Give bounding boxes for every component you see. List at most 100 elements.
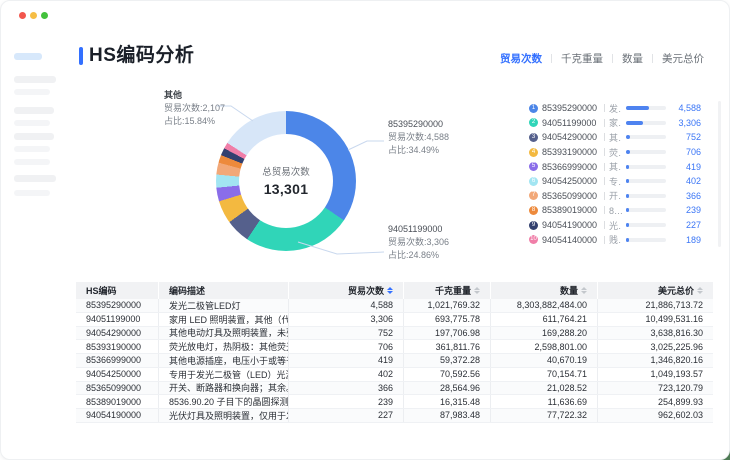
- callout-name: 其他: [164, 90, 183, 100]
- cell-hs-code: 94054250000: [76, 367, 159, 381]
- tab-美元总价[interactable]: 美元总价: [662, 51, 704, 66]
- column-header-label: 千克重量: [434, 286, 471, 296]
- tab-divider: [612, 54, 613, 63]
- ranking-scrollbar[interactable]: [718, 101, 721, 247]
- window-minimize-button[interactable]: [30, 12, 37, 19]
- table-row[interactable]: 94054250000专用于发光二极管（LED）光源的灯具及...40270,5…: [76, 367, 713, 382]
- table-header-row: HS编码 编码描述 贸易次数 千克重量 数量 美元总价: [76, 282, 713, 299]
- table-row[interactable]: 85366999000其他电源插座，电压小于或等于 1000 伏：...4195…: [76, 354, 713, 368]
- column-header-label: 美元总价: [657, 286, 694, 296]
- cell-trade-count: 419: [289, 354, 404, 367]
- sidebar-active-item-placeholder[interactable]: [14, 53, 42, 60]
- cell-kg-weight: 361,811.76: [404, 340, 491, 353]
- value-bar-track: [626, 237, 666, 242]
- value-bar-fill: [626, 150, 630, 155]
- list-item[interactable]: 1 85395290000 发光二极管LED灯 4,588: [529, 101, 701, 116]
- trade-count-value: 706: [685, 147, 701, 158]
- value-bar-fill: [626, 164, 629, 169]
- table-row[interactable]: 85395290000 发光二极管LED灯 4,588 1,021,769.32 8,3…: [76, 299, 713, 313]
- value-bar-track: [626, 106, 666, 111]
- table-row[interactable]: 94054190000光伏灯具及照明装置，仅用于发光二极管...22787,98…: [76, 409, 713, 423]
- list-item[interactable]: 8 85389019000 8536.90.20 子目下的晶圆探测器零件，其... 2…: [529, 203, 701, 218]
- window-close-button[interactable]: [19, 12, 26, 19]
- window-maximize-button[interactable]: [41, 12, 48, 19]
- rank-badge: 7: [529, 191, 538, 201]
- hs-desc-label: 专用于发光二极管（LED）光源的灯具及...: [609, 176, 622, 187]
- code-desc-divider: [604, 177, 605, 186]
- tab-数量[interactable]: 数量: [622, 51, 643, 66]
- sort-icon[interactable]: [697, 287, 703, 294]
- rank-badge: 5: [529, 162, 538, 172]
- tab-divider: [652, 54, 653, 63]
- table-row[interactable]: 85365099000 开关、断路器和换向器；其余。 366 28,564.96 21,…: [76, 381, 713, 396]
- sort-desc-icon: [697, 291, 703, 294]
- sort-icon[interactable]: [581, 287, 587, 294]
- cell-kg-weight: 59,372.28: [404, 354, 491, 367]
- tab-贸易次数[interactable]: 贸易次数: [500, 51, 542, 66]
- cell-quantity: 611,764.21: [491, 312, 598, 326]
- value-bar-track: [626, 120, 666, 125]
- code-desc-divider: [604, 191, 605, 200]
- list-item[interactable]: 9 94054190000 光伏灯具及照明装置，仅用于发光二极管... 227: [529, 218, 701, 233]
- cell-usd-total: 21,886,713.72: [645, 300, 703, 311]
- sort-icon[interactable]: [474, 287, 480, 294]
- cell-hs-code: 85366999000: [76, 354, 159, 367]
- cell-hs-code: 85365099000: [76, 381, 159, 395]
- callout-top-segment: 85395290000 贸易次数:4,588 占比:34.49%: [388, 118, 449, 157]
- column-header-贸易次数[interactable]: 贸易次数: [289, 282, 404, 299]
- table-row[interactable]: 85393190000荧光放电灯，热阴极：其他荧光，热阴极706361,811.…: [76, 340, 713, 354]
- list-item[interactable]: 7 85365099000 开关、断路器和换向器；其余。 366: [529, 189, 701, 204]
- cell-kg-weight: 197,706.98: [404, 326, 491, 340]
- code-desc-divider: [604, 104, 605, 113]
- sort-asc-icon: [697, 287, 703, 290]
- cell-hs-code: 85389019000: [76, 395, 159, 408]
- sidebar-item-placeholder: [14, 190, 50, 196]
- hs-desc-label: 发光二极管LED灯: [609, 103, 622, 114]
- cell-kg-weight: 16,315.48: [404, 395, 491, 408]
- cell-quantity: 2,598,801.00: [491, 340, 598, 353]
- column-header-美元总价[interactable]: 美元总价: [598, 282, 713, 299]
- list-item[interactable]: 4 85393190000 荧光放电灯，热阴极：其他荧光，热阴极 706: [529, 145, 701, 160]
- column-header-数量[interactable]: 数量: [491, 282, 598, 299]
- callout-trades: 贸易次数:2,107: [164, 103, 226, 113]
- cell-description: 发光二极管LED灯: [159, 299, 289, 312]
- hs-desc-label: 荧光放电灯，热阴极：其他荧光，热阴极: [609, 147, 622, 158]
- list-item[interactable]: 6 94054250000 专用于发光二极管（LED）光源的灯具及... 402: [529, 174, 701, 189]
- table-row[interactable]: 94054290000其他电动灯具及照明装置，未列明，设计...752197,7…: [76, 326, 713, 341]
- trade-count-value: 227: [685, 220, 701, 231]
- cell-trade-count: 4,588: [289, 299, 404, 312]
- tab-千克重量[interactable]: 千克重量: [561, 51, 603, 66]
- code-desc-divider: [604, 221, 605, 230]
- rank-badge: 4: [529, 147, 538, 157]
- cell-quantity: 11,636.69: [491, 395, 598, 408]
- cell-description: 光伏灯具及照明装置，仅用于发光二极管...: [159, 409, 289, 422]
- table-row[interactable]: 94051199000家用 LED 照明装置，其他（代码：9405.1...3,…: [76, 312, 713, 327]
- callout-trades: 贸易次数:4,588: [388, 132, 450, 142]
- list-item[interactable]: 3 94054290000 其他电动灯具及照明装置，未列明，设计... 752: [529, 130, 701, 145]
- sort-icon[interactable]: [387, 287, 393, 294]
- trade-count-value: 189: [685, 234, 701, 245]
- hs-desc-label: 光伏灯具及照明装置，仅用于发光二极管...: [609, 220, 622, 231]
- rank-badge: 3: [529, 132, 538, 142]
- cell-quantity: 8,303,882,484.00: [491, 299, 598, 312]
- value-bar-track: [626, 150, 666, 155]
- hs-code-label: 94054250000: [542, 176, 598, 187]
- cell-hs-code: 94051199000: [76, 312, 159, 326]
- value-bar-fill: [626, 237, 629, 242]
- dashboard-card: HS编码分析 贸易次数 千克重量 数量 美元总价 总贸易次数 13,301 其他 贸易…: [0, 0, 730, 460]
- tab-divider: [551, 54, 552, 63]
- column-header-千克重量[interactable]: 千克重量: [404, 282, 491, 299]
- hs-desc-label: 贱金属（不...: [609, 235, 622, 246]
- list-item[interactable]: 2 94051199000 家用 LED 照明装置，其他（代码：9405.1... 3…: [529, 116, 701, 131]
- rank-badge: 8: [529, 205, 538, 215]
- list-item[interactable]: 10 94054140000 贱金属（不... 189: [529, 232, 701, 247]
- cell-kg-weight: 28,564.96: [404, 381, 491, 395]
- list-item[interactable]: 5 85366999000 其他电源插座，电压小于或等于 1000 伏：... 419: [529, 159, 701, 174]
- window-controls: [19, 12, 48, 19]
- column-header-HS编码: HS编码: [76, 282, 159, 299]
- table-row[interactable]: 853890190008536.90.20 子目下的晶圆探测器零件，其...23…: [76, 395, 713, 409]
- title-accent-bar: [79, 47, 83, 65]
- code-desc-divider: [604, 133, 605, 142]
- callout-second-segment: 94051199000 贸易次数:3,306 占比:24.86%: [388, 223, 449, 262]
- value-bar-track: [626, 193, 666, 198]
